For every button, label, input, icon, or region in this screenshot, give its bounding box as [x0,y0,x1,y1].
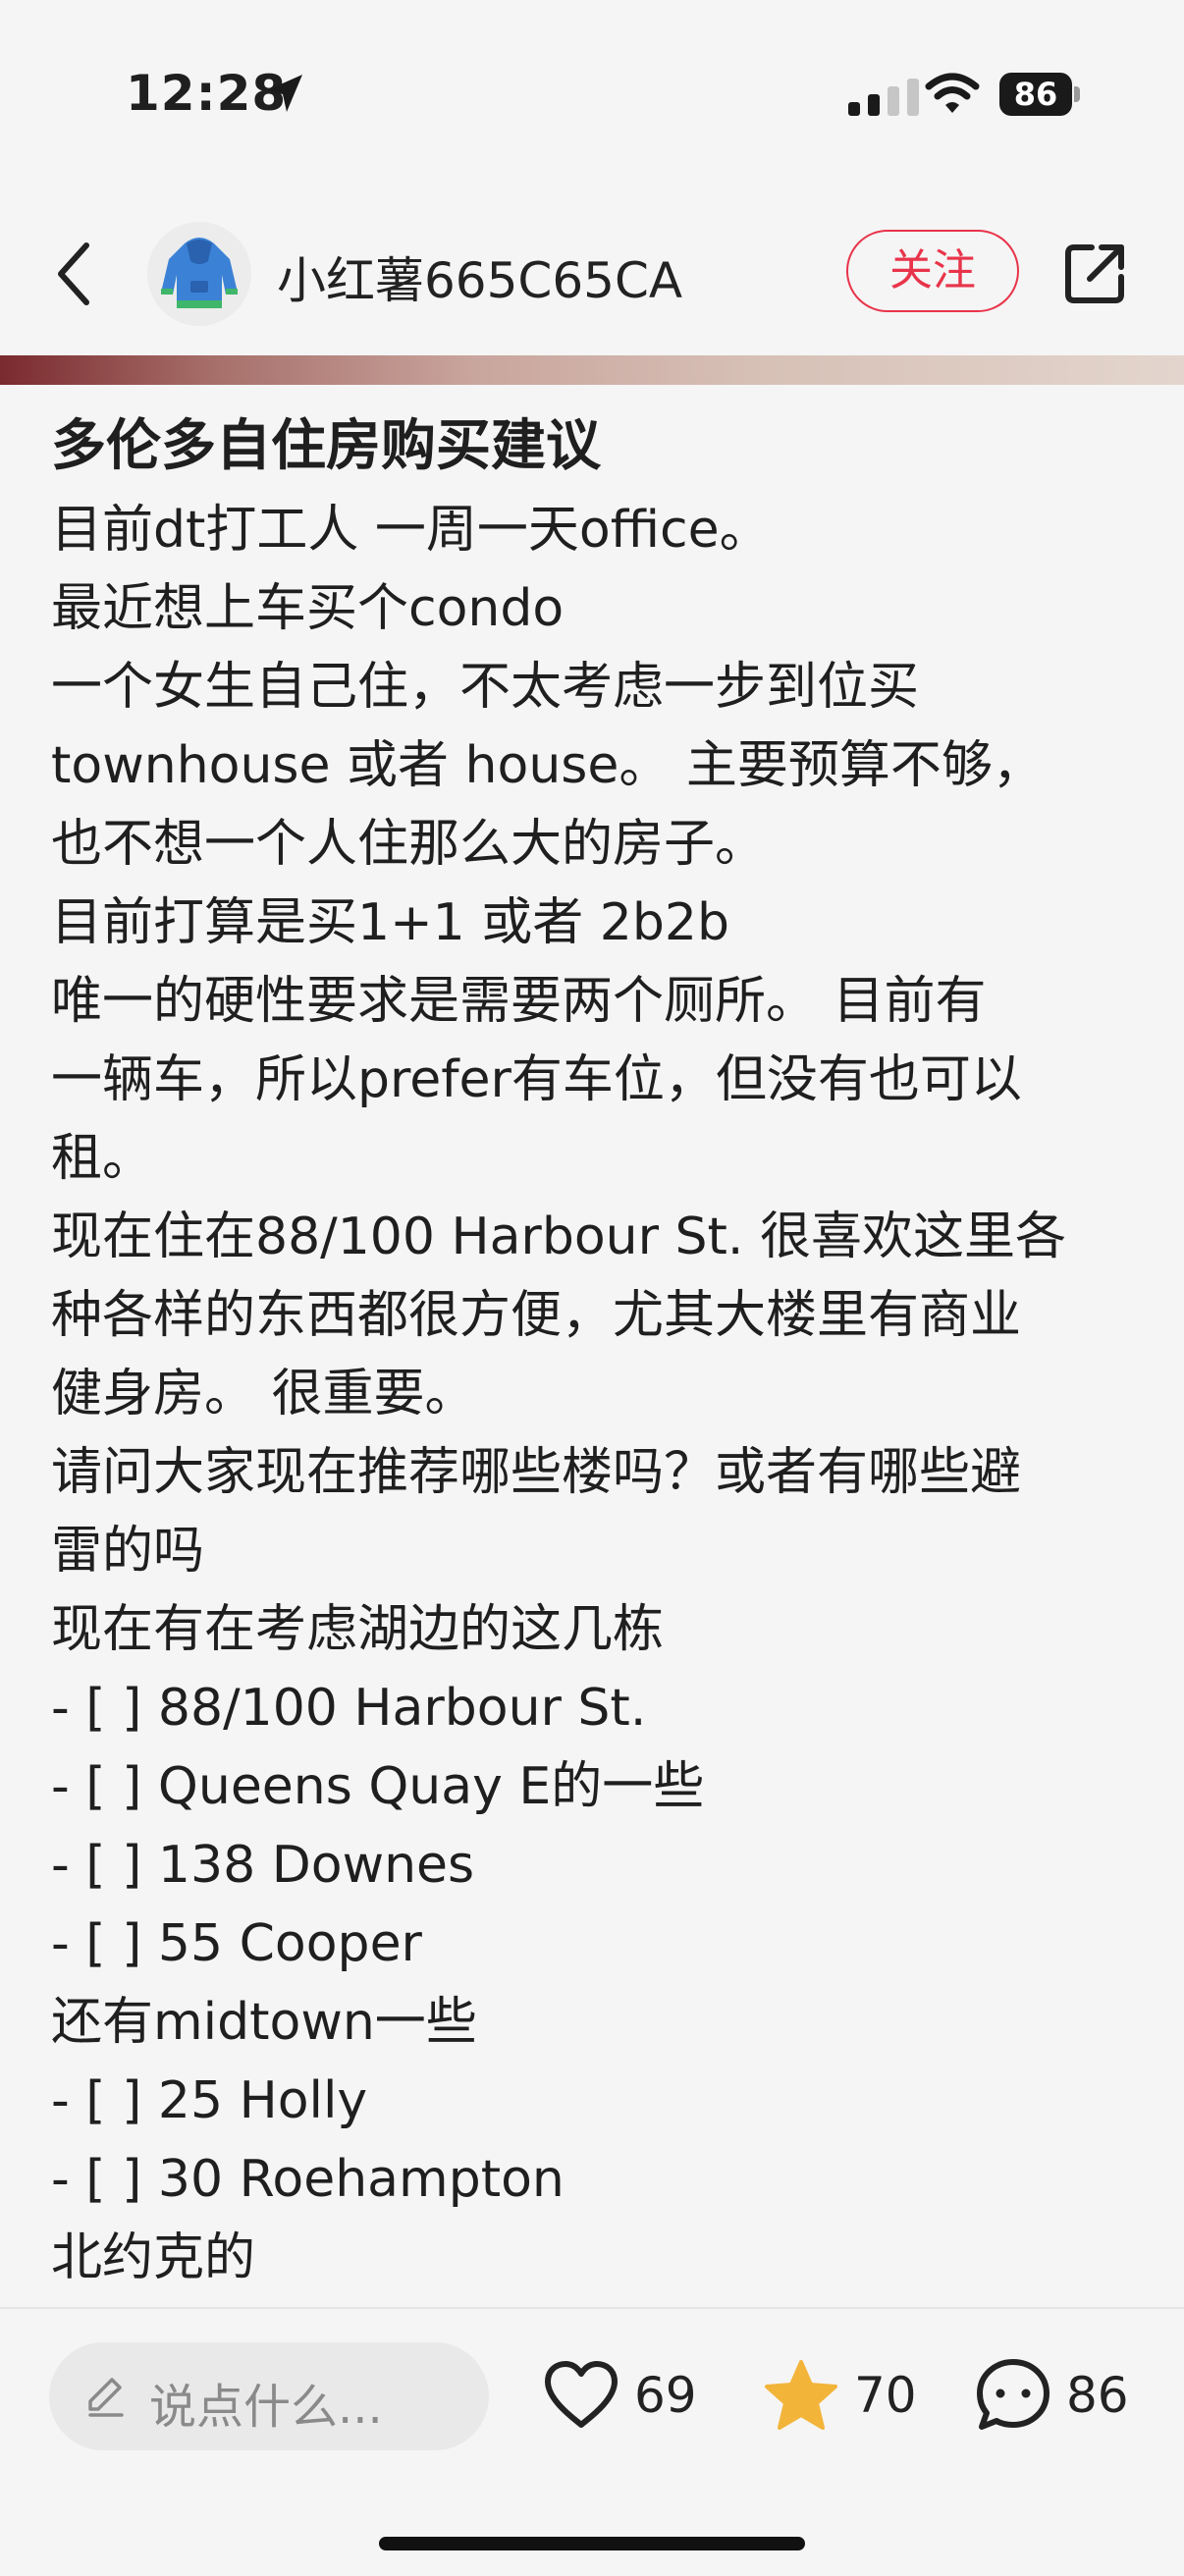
avatar[interactable] [147,222,251,326]
wifi-icon [925,73,980,113]
body-line: 也不想一个人住那么大的房子。 [51,815,767,874]
body-line: townhouse 或者 house。 主要预算不够， [51,736,1044,795]
username[interactable]: 小红薯665C65CA [277,242,682,312]
favorite-button[interactable]: 70 [762,2346,917,2444]
body-line: 还有midtown一些 [51,1993,477,2052]
body-line: - [ ] 138 Downes [51,1836,475,1895]
pencil-icon [88,2378,124,2417]
post-image-edge[interactable] [0,355,1184,385]
post-content: 多伦多自住房购买建议 目前dt打工人 一周一天office。 最近想上车买个co… [51,402,1141,2307]
favorite-count: 70 [854,2367,917,2424]
body-line: 现在住在88/100 Harbour St. 很喜欢这里各 [51,1208,1066,1266]
body-line: 目前dt打工人 一周一天office。 [51,501,771,560]
battery-icon: 86 [999,73,1072,116]
comment-count: 86 [1066,2367,1129,2424]
comment-input[interactable]: 说点什么... [49,2342,489,2450]
body-line: - [ ] 25 Holly [51,2071,368,2130]
battery-tip [1074,86,1080,102]
bottom-action-bar: 说点什么... 69 70 86 [0,2307,1184,2576]
comment-button[interactable]: 86 [974,2346,1129,2444]
post-title: 多伦多自住房购买建议 [51,414,601,478]
body-line: 唯一的硬性要求是需要两个厕所。 目前有 [51,972,987,1031]
body-line: - [ ] 88/100 Harbour St. [51,1679,647,1738]
body-line: - [ ] 55 Cooper [51,1914,422,1973]
follow-button[interactable]: 关注 [846,230,1019,312]
heart-icon [545,2361,618,2428]
back-icon[interactable] [51,240,100,308]
body-line: 请问大家现在推荐哪些楼吗？或者有哪些避 [51,1443,1022,1502]
comment-icon [977,2359,1049,2430]
signal-icon [848,79,919,116]
body-line: 目前打算是买1+1 或者 2b2b [51,893,729,952]
body-line: 租。 [51,1129,154,1188]
body-line: 一个女生自己住，不太考虑一步到位买 [51,658,920,717]
hoodie-avatar [161,238,238,308]
body-line: 健身房。 很重要。 [51,1365,476,1423]
body-line: - [ ] 30 Roehampton [51,2150,565,2209]
body-line: 现在有在考虑湖边的这几栋 [51,1600,665,1659]
share-icon[interactable] [1062,242,1127,306]
body-line: 最近想上车买个condo [51,579,565,638]
like-count: 69 [634,2367,697,2424]
body-line: 一辆车，所以prefer有车位，但没有也可以 [51,1050,1022,1109]
post-body: 目前dt打工人 一周一天office。 最近想上车买个condo 一个女生自己住… [51,491,1141,2297]
location-arrow-icon [267,75,302,112]
comment-placeholder: 说点什么... [149,2380,383,2435]
like-button[interactable]: 69 [542,2346,697,2444]
body-line: 种各样的东西都很方便，尤其大楼里有商业 [51,1286,1022,1345]
body-line: 北约克的 [51,2228,256,2287]
body-line: - [ ] Queens Quay E的一些 [51,1757,705,1816]
status-bar: 12:28 86 [0,0,1184,187]
star-icon [765,2360,837,2430]
status-time: 12:28 [126,65,288,122]
home-indicator[interactable] [379,2537,805,2550]
post-header: 小红薯665C65CA 关注 [0,206,1184,344]
body-line: 雷的吗 [51,1522,205,1581]
